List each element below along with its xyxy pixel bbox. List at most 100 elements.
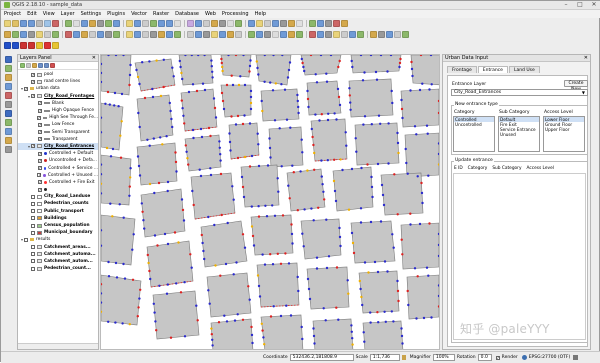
entrance-point[interactable] bbox=[114, 321, 116, 323]
layer-visibility-checkbox[interactable] bbox=[31, 231, 35, 235]
entrance-point[interactable] bbox=[211, 333, 213, 335]
entrance-point[interactable] bbox=[320, 159, 322, 161]
row3-tool-icon-4[interactable] bbox=[28, 42, 35, 49]
entrance-point[interactable] bbox=[348, 87, 350, 89]
entrance-point[interactable] bbox=[137, 315, 139, 317]
row1-tool-icon-7[interactable] bbox=[52, 20, 59, 27]
entrance-point[interactable] bbox=[334, 190, 336, 192]
row2-tool-icon-9[interactable] bbox=[73, 31, 80, 38]
row2-tool-icon-21[interactable] bbox=[174, 31, 181, 38]
entrance-point[interactable] bbox=[391, 102, 393, 104]
entrance-point[interactable] bbox=[401, 253, 403, 255]
row2-tool-icon-22[interactable] bbox=[187, 31, 194, 38]
entrance-point[interactable] bbox=[229, 141, 231, 143]
entrance-point[interactable] bbox=[185, 151, 187, 153]
entrance-point[interactable] bbox=[266, 215, 268, 217]
entrance-point[interactable] bbox=[183, 219, 185, 221]
entrance-point[interactable] bbox=[153, 192, 155, 194]
entrance-point[interactable] bbox=[181, 107, 183, 109]
layer-row[interactable]: City_Road_Landuse bbox=[18, 193, 98, 200]
row2-tool-icon-24[interactable] bbox=[203, 31, 210, 38]
row1-tool-icon-38[interactable] bbox=[325, 20, 332, 27]
row2-tool-icon-36[interactable] bbox=[309, 31, 316, 38]
entrance-point[interactable] bbox=[386, 70, 388, 72]
entrance-point[interactable] bbox=[226, 84, 228, 86]
entrance-point[interactable] bbox=[122, 263, 124, 265]
entrance-point[interactable] bbox=[347, 279, 349, 281]
entrance-point[interactable] bbox=[321, 113, 323, 115]
entrance-point[interactable] bbox=[261, 323, 263, 325]
entrance-point[interactable] bbox=[363, 341, 365, 343]
add-layer-tool-icon-1[interactable] bbox=[5, 56, 12, 63]
add-layer-tool-icon-5[interactable] bbox=[5, 92, 12, 99]
entrance-point[interactable] bbox=[239, 75, 241, 77]
entrance-point[interactable] bbox=[249, 299, 251, 301]
entrance-point[interactable] bbox=[201, 234, 203, 236]
entrance-point[interactable] bbox=[211, 76, 213, 78]
entrance-point[interactable] bbox=[428, 88, 430, 90]
entrance-point[interactable] bbox=[348, 209, 350, 211]
entrance-point[interactable] bbox=[200, 175, 202, 177]
entrance-point[interactable] bbox=[333, 159, 335, 161]
entrance-point[interactable] bbox=[174, 151, 176, 153]
menu-settings[interactable]: Settings bbox=[81, 11, 102, 17]
entrance-point[interactable] bbox=[269, 156, 271, 158]
row2-tool-icon-18[interactable] bbox=[150, 31, 157, 38]
entrance-point[interactable] bbox=[317, 207, 319, 209]
layer-row[interactable]: ✓Uncontrolled + Defa... bbox=[18, 157, 98, 164]
entrance-point[interactable] bbox=[405, 148, 407, 150]
add-layer-tool-icon-9[interactable] bbox=[5, 128, 12, 135]
entrance-point[interactable] bbox=[183, 122, 185, 124]
entrance-point[interactable] bbox=[119, 203, 121, 205]
entrance-point[interactable] bbox=[116, 276, 118, 278]
row2-tool-icon-28[interactable] bbox=[235, 31, 242, 38]
entrance-point[interactable] bbox=[131, 249, 133, 251]
entrance-point[interactable] bbox=[421, 202, 423, 204]
entrance-point[interactable] bbox=[104, 103, 106, 105]
entrance-point[interactable] bbox=[383, 204, 385, 206]
entrance-point[interactable] bbox=[147, 262, 149, 264]
entrance-point[interactable] bbox=[228, 132, 230, 134]
entrance-point[interactable] bbox=[380, 220, 382, 222]
entrance-point[interactable] bbox=[339, 104, 341, 106]
entrance-point[interactable] bbox=[220, 173, 222, 175]
entrance-point[interactable] bbox=[249, 122, 251, 124]
layer-visibility-checkbox[interactable]: ✓ bbox=[31, 80, 35, 84]
entrance-point[interactable] bbox=[174, 231, 176, 233]
entrance-point[interactable] bbox=[290, 223, 292, 225]
row1-tool-icon-10[interactable] bbox=[81, 20, 88, 27]
entrance-point[interactable] bbox=[181, 99, 183, 101]
entrance-point[interactable] bbox=[359, 280, 361, 282]
entrance-point[interactable] bbox=[421, 83, 423, 85]
entrance-point[interactable] bbox=[409, 89, 411, 91]
entrance-point[interactable] bbox=[250, 90, 252, 92]
row2-tool-icon-3[interactable] bbox=[20, 31, 27, 38]
entrance-point[interactable] bbox=[167, 181, 169, 183]
entrance-point[interactable] bbox=[261, 253, 263, 255]
entrance-point[interactable] bbox=[301, 151, 303, 153]
menu-project[interactable]: Project bbox=[4, 11, 21, 17]
add-layer-tool-icon-10[interactable] bbox=[5, 137, 12, 144]
row1-tool-icon-11[interactable] bbox=[89, 20, 96, 27]
entrance-point[interactable] bbox=[377, 163, 379, 165]
entrance-point[interactable] bbox=[419, 223, 421, 225]
entrance-point[interactable] bbox=[339, 158, 341, 160]
entrance-point[interactable] bbox=[363, 71, 365, 73]
layer-visibility-checkbox[interactable]: ✓ bbox=[38, 137, 42, 141]
layer-visibility-checkbox[interactable]: ✓ bbox=[31, 73, 35, 77]
entrance-point[interactable] bbox=[235, 261, 237, 263]
entrance-point[interactable] bbox=[129, 74, 131, 76]
entrance-point[interactable] bbox=[242, 233, 244, 235]
entrance-point[interactable] bbox=[364, 261, 366, 263]
layer-row[interactable]: ▾✓urban data bbox=[18, 85, 98, 92]
entrance-point[interactable] bbox=[401, 239, 403, 241]
row1-tool-icon-35[interactable] bbox=[296, 20, 303, 27]
entrance-point[interactable] bbox=[396, 280, 398, 282]
entrance-point[interactable] bbox=[257, 143, 259, 145]
entrance-point[interactable] bbox=[143, 227, 145, 229]
entrance-point[interactable] bbox=[244, 247, 246, 249]
entrance-point[interactable] bbox=[213, 97, 215, 99]
add-layer-tool-icon-6[interactable] bbox=[5, 101, 12, 108]
entrance-point[interactable] bbox=[141, 61, 143, 63]
entrance-point[interactable] bbox=[318, 119, 320, 121]
